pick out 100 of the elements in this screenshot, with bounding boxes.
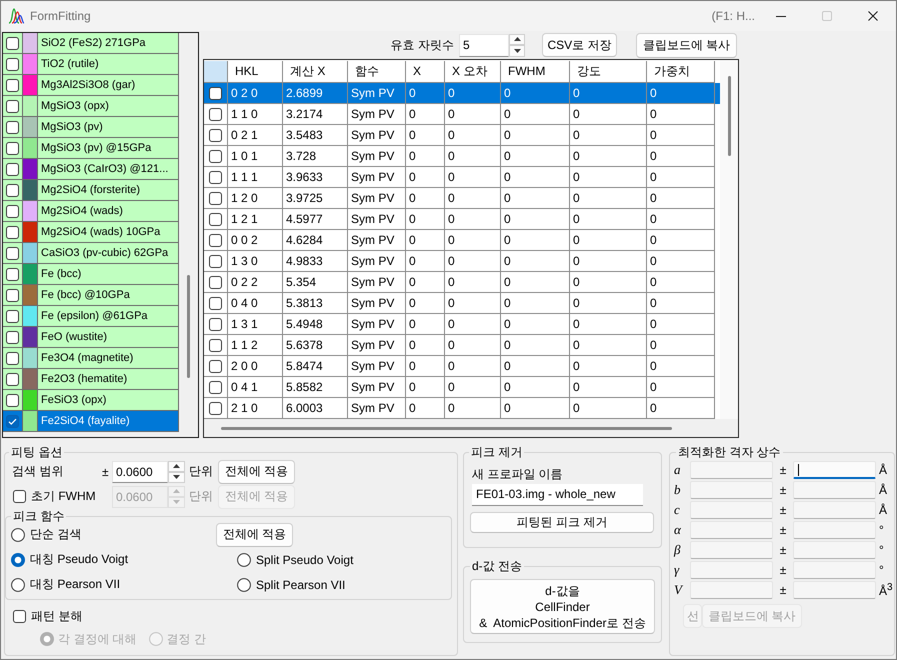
value-field[interactable] [690,461,773,479]
remove-peaks-button[interactable]: 피팅된 피크 제거 [470,512,654,533]
error-field[interactable] [793,461,876,479]
phase-row[interactable]: MgSiO3 (pv) [3,117,179,138]
table-row[interactable]: 1 1 0 3.2174 Sym PV 0 0 0 0 0 [204,104,720,125]
table-row[interactable]: 2 0 0 5.8474 Sym PV 0 0 0 0 0 [204,356,720,377]
transfer-button[interactable]: d-값을 CellFinder & AtomicPositionFinder로 전송 [470,579,655,634]
checkbox[interactable] [209,254,222,268]
table-row[interactable]: 1 1 2 5.6378 Sym PV 0 0 0 0 0 [204,335,720,356]
number-field[interactable]: 0.0600 [112,460,168,482]
table-row[interactable]: 1 0 1 3.728 Sym PV 0 0 0 0 0 [204,146,720,167]
phase-row[interactable]: SiO2 (FeS2) 271GPa [3,33,179,54]
save-csv-button[interactable]: CSV로 저장 [542,33,617,57]
spin-down-button[interactable] [168,472,185,482]
checkbox[interactable] [209,108,222,120]
phase-row[interactable]: Mg2SiO4 (wads) 10GPa [3,222,179,243]
checkbox[interactable] [6,58,19,70]
number-field[interactable]: 5 [459,34,509,56]
checkbox[interactable] [209,86,222,100]
checkbox[interactable] [6,268,19,280]
value-field[interactable] [690,541,773,559]
checkbox[interactable] [209,192,222,204]
apply-all-button[interactable]: 전체에 적용 [218,460,295,484]
checkbox[interactable] [6,36,19,50]
error-field[interactable] [793,521,876,539]
phase-row[interactable]: Fe (epsilon) @61GPa [3,306,179,327]
radio-label[interactable]: 단순 검색 [30,526,82,543]
phase-row[interactable]: Fe3O4 (magnetite) [3,348,179,369]
phase-row[interactable]: CaSiO3 (pv-cubic) 62GPa [3,243,179,264]
spin-up-button[interactable] [509,34,525,45]
checkbox[interactable] [6,394,19,406]
radio-label[interactable]: 대칭 Pseudo Voigt [30,551,128,568]
value-field[interactable] [690,561,773,579]
table-row[interactable]: 0 2 1 3.5483 Sym PV 0 0 0 0 0 [204,125,720,146]
scrollbar-thumb[interactable] [221,426,672,430]
checkbox[interactable] [6,352,19,364]
phase-row[interactable]: FeSiO3 (opx) [3,390,179,411]
radio-button[interactable] [11,528,25,542]
phase-row[interactable]: TiO2 (rutile) [3,54,179,75]
error-field[interactable] [793,501,876,519]
error-field[interactable] [793,481,876,499]
horizontal-scrollbar[interactable] [204,419,738,437]
spin-up-button[interactable] [168,460,185,472]
checkbox[interactable] [209,380,222,394]
apply-all-button[interactable]: 전체에 적용 [216,522,293,546]
value-field[interactable] [690,501,773,519]
profile-name-field[interactable]: FE01-03.img - whole_new [472,484,643,506]
phase-row[interactable]: Mg2SiO4 (forsterite) [3,180,179,201]
value-field[interactable] [690,581,773,599]
table-row[interactable]: 1 1 1 3.9633 Sym PV 0 0 0 0 0 [204,167,720,188]
checkbox[interactable] [6,142,19,154]
spin-down-button[interactable] [509,45,525,56]
table-row[interactable]: 0 4 1 5.8582 Sym PV 0 0 0 0 0 [204,377,720,398]
checkbox[interactable] [209,360,222,372]
phase-row[interactable]: Fe (bcc) @10GPa [3,285,179,306]
checkbox[interactable] [6,246,19,260]
checkbox[interactable] [6,162,19,176]
table-row[interactable]: 1 3 0 4.9833 Sym PV 0 0 0 0 0 [204,251,720,272]
table-row[interactable]: 0 0 2 4.6284 Sym PV 0 0 0 0 0 [204,230,720,251]
checkbox[interactable] [209,212,222,226]
table-row[interactable]: 0 2 2 5.354 Sym PV 0 0 0 0 0 [204,272,720,293]
checkbox[interactable] [209,170,222,184]
checkbox[interactable] [6,414,19,428]
table-row[interactable]: 0 2 0 2.6899 Sym PV 0 0 0 0 0 [204,83,720,104]
table-row[interactable]: 1 3 1 5.4948 Sym PV 0 0 0 0 0 [204,314,720,335]
checkbox[interactable] [13,610,26,622]
checkbox[interactable] [209,128,222,142]
checkbox[interactable] [209,402,222,414]
checkbox[interactable] [6,78,19,92]
error-field[interactable] [793,541,876,559]
checkbox[interactable] [6,330,19,344]
checkbox[interactable] [209,276,222,288]
checkbox[interactable] [6,226,19,238]
phase-row[interactable]: FeO (wustite) [3,327,179,348]
checkbox[interactable] [6,310,19,322]
radio-button[interactable] [237,578,251,592]
radio-label[interactable]: Split Pseudo Voigt [256,552,354,566]
value-field[interactable] [690,521,773,539]
checkbox[interactable] [209,234,222,246]
phase-row[interactable]: Fe2O3 (hematite) [3,369,179,390]
checkbox[interactable] [6,184,19,196]
scrollbar-thumb[interactable] [728,76,730,156]
table-row[interactable]: 1 2 1 4.5977 Sym PV 0 0 0 0 0 [204,209,720,230]
value-field[interactable] [690,481,773,499]
checkbox[interactable] [209,150,222,162]
error-field[interactable] [793,561,876,579]
copy-button[interactable]: 클립보드에 복사 [636,32,737,58]
phase-row[interactable]: Fe (bcc) [3,264,179,285]
checkbox[interactable] [209,296,222,310]
error-field[interactable] [793,581,876,599]
phase-row[interactable]: Mg2SiO4 (wads) [3,201,179,222]
phase-row[interactable]: Fe2SiO4 (fayalite) [3,411,179,432]
phase-row[interactable]: MgSiO3 (opx) [3,96,179,117]
radio-label[interactable]: Split Pearson VII [256,578,346,592]
radio-label[interactable]: 대칭 Pearson VII [30,576,120,593]
phase-row[interactable]: MgSiO3 (pv) @15GPa [3,138,179,159]
table-row[interactable]: 1 2 0 3.9725 Sym PV 0 0 0 0 0 [204,188,720,209]
checkbox[interactable] [6,204,19,218]
phase-row[interactable]: MgSiO3 (CaIrO3) @121... [3,159,179,180]
radio-button[interactable] [237,552,251,566]
